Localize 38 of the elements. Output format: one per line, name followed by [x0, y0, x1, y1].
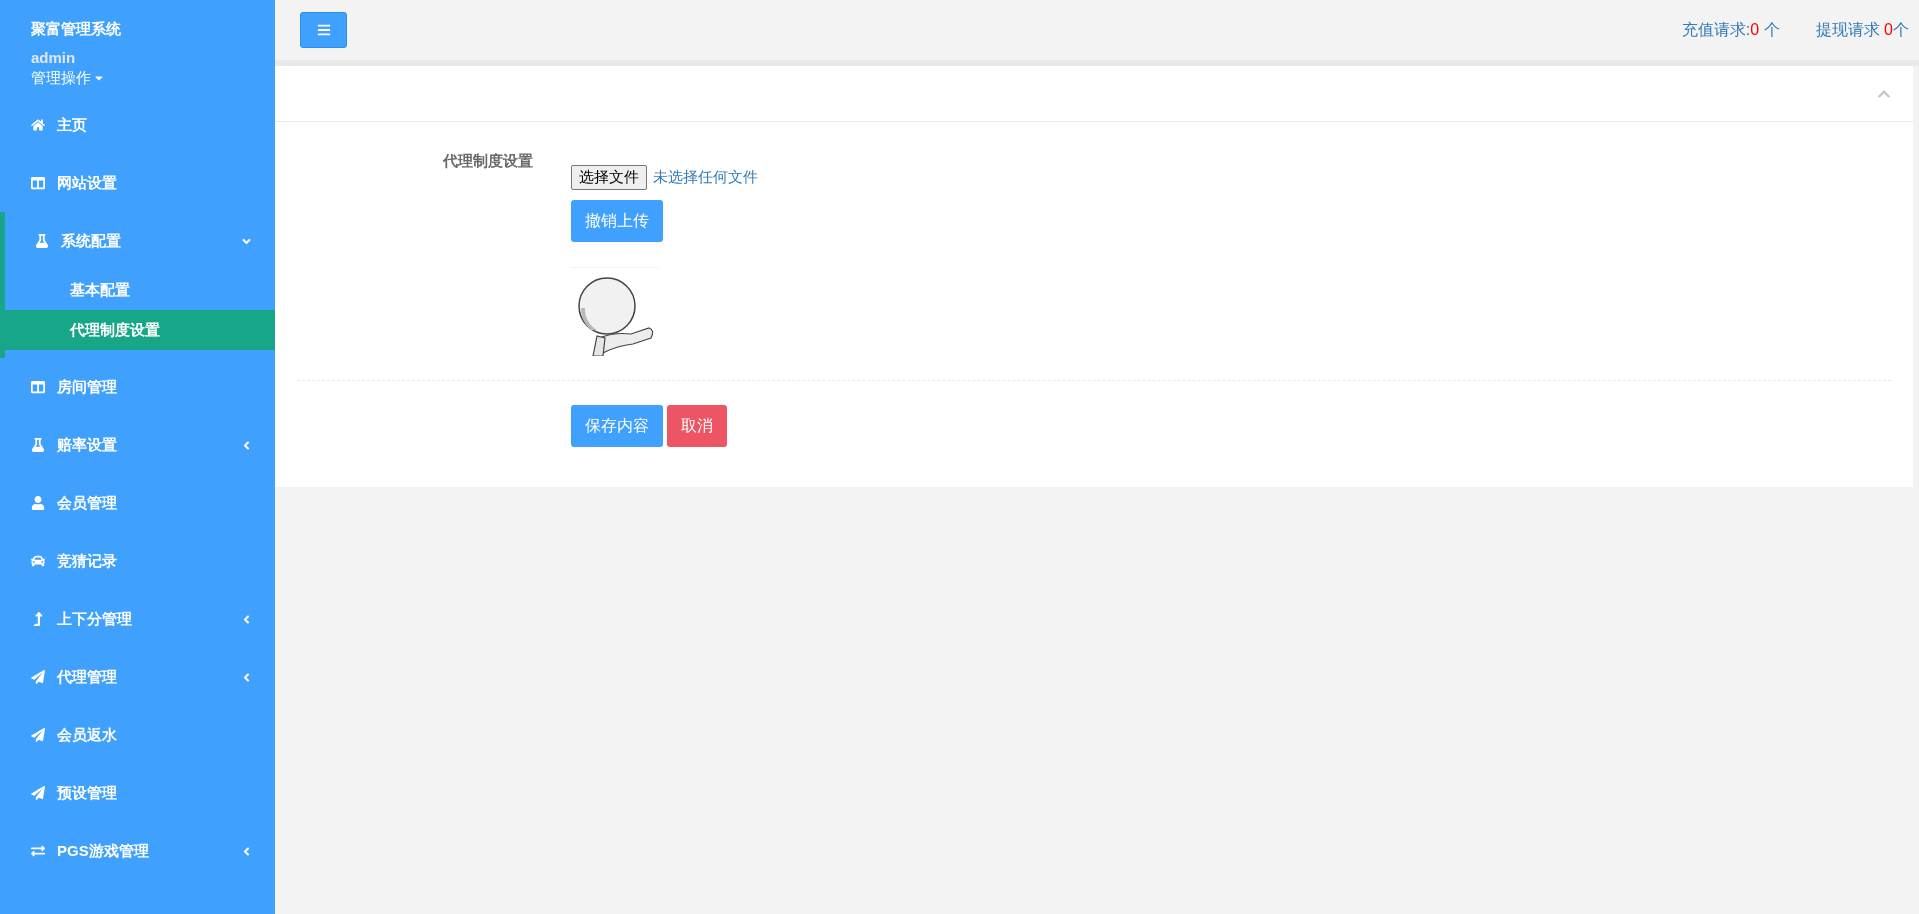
sidebar-item[interactable]: 网站设置: [0, 154, 275, 212]
sidebar-item[interactable]: 系统配置: [5, 212, 275, 270]
sidebar-item[interactable]: 主页: [0, 96, 275, 154]
app-title: 聚富管理系统: [31, 19, 121, 39]
sidebar-item[interactable]: 会员返水: [0, 706, 275, 764]
sidebar-item[interactable]: 上下分管理: [0, 590, 275, 648]
flask-icon: [31, 438, 45, 452]
field-label: 代理制度设置: [442, 151, 533, 171]
menu-toggle-button[interactable]: [300, 12, 347, 48]
paper-plane-icon: [31, 786, 45, 800]
request-link[interactable]: 充值请求:0 个: [1681, 19, 1780, 41]
sidebar-item[interactable]: 代理管理: [0, 648, 275, 706]
cancel-button[interactable]: 取消: [667, 405, 727, 447]
home-icon: [31, 118, 45, 132]
sidebar-item[interactable]: 竞猜记录: [0, 532, 275, 590]
sidebar-item[interactable]: 赔率设置: [0, 416, 275, 474]
user-menu[interactable]: 管理操作: [31, 68, 105, 88]
undo-upload-button[interactable]: 撤销上传: [571, 200, 663, 242]
sidebar-item[interactable]: 房间管理: [0, 358, 275, 416]
choose-file-button[interactable]: 选择文件: [571, 165, 647, 190]
file-status: 未选择任何文件: [653, 168, 758, 187]
exchange-icon: [31, 844, 45, 858]
sidebar-item[interactable]: 预设管理: [0, 764, 275, 822]
paper-plane-icon: [31, 670, 45, 684]
user-name: admin: [31, 48, 76, 68]
car-icon: [31, 554, 45, 568]
menu-icon: [316, 23, 331, 37]
save-button[interactable]: 保存内容: [571, 405, 663, 447]
columns-icon: [31, 380, 45, 394]
request-link[interactable]: 提现请求 0个: [1815, 19, 1909, 41]
submenu-item[interactable]: 基本配置: [0, 270, 275, 310]
sidebar-item[interactable]: 会员管理: [0, 474, 275, 532]
columns-icon: [31, 176, 45, 190]
arrow-up-icon: [31, 612, 45, 626]
user-icon: [31, 496, 45, 510]
sidebar-item[interactable]: PGS游戏管理: [0, 822, 275, 880]
paper-plane-icon: [31, 728, 45, 742]
flask-icon: [35, 234, 49, 248]
